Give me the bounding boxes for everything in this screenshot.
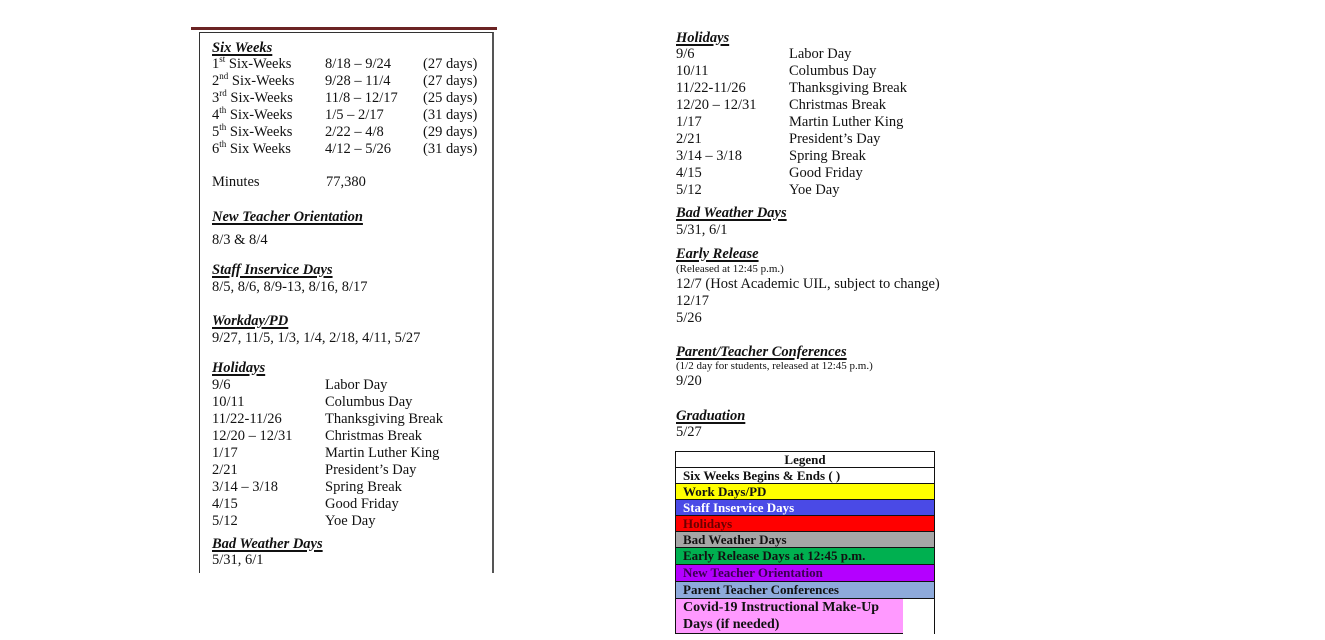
holiday-name: Yoe Day xyxy=(325,513,376,529)
graduation-heading: Graduation xyxy=(676,408,746,424)
period-name: Six-Weeks xyxy=(228,73,295,89)
holiday-date: 1/17 xyxy=(212,445,238,461)
holiday-name: Spring Break xyxy=(325,479,402,495)
minutes-value: 77,380 xyxy=(326,174,366,190)
holiday-name: Martin Luther King xyxy=(789,114,904,130)
legend-item: Holidays xyxy=(676,516,934,532)
holiday-name: Good Friday xyxy=(325,496,399,512)
legend-item: Covid-19 Instructional Make-Up Days (if … xyxy=(676,599,903,634)
bad-weather-dates-left: 5/31, 6/1 xyxy=(212,552,264,568)
legend-item: Early Release Days at 12:45 p.m. xyxy=(676,548,934,565)
holiday-date: 10/11 xyxy=(676,63,709,79)
holiday-name: Labor Day xyxy=(789,46,852,62)
six-weeks-date-range: 9/28 – 11/4 xyxy=(325,73,391,89)
legend-item: Parent Teacher Conferences xyxy=(676,582,934,599)
six-weeks-day-count: (25 days) xyxy=(423,90,478,106)
period-name: Six-Weeks xyxy=(226,124,293,140)
six-weeks-period-label: 6th Six Weeks xyxy=(212,140,291,158)
conferences-heading: Parent/Teacher Conferences xyxy=(676,344,847,360)
legend-item: Six Weeks Begins & Ends ( ) xyxy=(676,468,934,484)
legend-item: New Teacher Orientation xyxy=(676,565,934,582)
six-weeks-date-range: 2/22 – 4/8 xyxy=(325,124,384,140)
period-name: Six-Weeks xyxy=(226,107,293,123)
holiday-date: 4/15 xyxy=(212,496,238,512)
six-weeks-date-range: 1/5 – 2/17 xyxy=(325,107,384,123)
six-weeks-date-range: 11/8 – 12/17 xyxy=(325,90,398,106)
holiday-date: 11/22-11/26 xyxy=(676,80,746,96)
period-name: Six-Weeks xyxy=(225,56,292,72)
period-ordinal: rd xyxy=(219,88,227,99)
staff-inservice-dates: 8/5, 8/6, 8/9-13, 8/16, 8/17 xyxy=(212,279,368,295)
holiday-date: 10/11 xyxy=(212,394,245,410)
holiday-date: 2/21 xyxy=(676,131,702,147)
holiday-name: Thanksgiving Break xyxy=(325,411,443,427)
conferences-date: 9/20 xyxy=(676,373,702,389)
minutes-label: Minutes xyxy=(212,174,260,190)
six-weeks-day-count: (31 days) xyxy=(423,107,478,123)
bad-weather-heading-left: Bad Weather Days xyxy=(212,536,323,552)
holiday-date: 9/6 xyxy=(676,46,695,62)
early-release-heading: Early Release xyxy=(676,246,759,262)
holiday-date: 3/14 – 3/18 xyxy=(212,479,279,495)
six-weeks-day-count: (27 days) xyxy=(423,73,478,89)
holiday-date: 9/6 xyxy=(212,377,231,393)
holiday-name: President’s Day xyxy=(325,462,417,478)
legend-table: Legend Six Weeks Begins & Ends ( ) Work D… xyxy=(675,451,935,634)
bad-weather-heading-right: Bad Weather Days xyxy=(676,205,787,221)
staff-inservice-heading: Staff Inservice Days xyxy=(212,262,333,278)
holiday-name: Columbus Day xyxy=(789,63,877,79)
bad-weather-dates-right: 5/31, 6/1 xyxy=(676,222,728,238)
legend-item: Staff Inservice Days xyxy=(676,500,934,516)
top-divider-rule xyxy=(191,27,497,30)
workday-pd-heading: Workday/PD xyxy=(212,313,289,329)
holiday-name: Labor Day xyxy=(325,377,388,393)
holiday-name: Spring Break xyxy=(789,148,866,164)
holiday-name: Thanksgiving Break xyxy=(789,80,907,96)
holiday-date: 5/12 xyxy=(212,513,238,529)
legend-title: Legend xyxy=(676,452,934,468)
holiday-name: Christmas Break xyxy=(325,428,423,444)
holiday-name: Christmas Break xyxy=(789,97,887,113)
graduation-date: 5/27 xyxy=(676,424,702,440)
six-weeks-day-count: (31 days) xyxy=(423,141,478,157)
holiday-name: Good Friday xyxy=(789,165,863,181)
six-weeks-date-range: 4/12 – 5/26 xyxy=(325,141,392,157)
holiday-date: 12/20 – 12/31 xyxy=(676,97,757,113)
holiday-date: 11/22-11/26 xyxy=(212,411,282,427)
holiday-date: 1/17 xyxy=(676,114,702,130)
holiday-date: 5/12 xyxy=(676,182,702,198)
legend-item: Work Days/PD xyxy=(676,484,934,500)
early-release-note: (Released at 12:45 p.m.) xyxy=(676,263,784,275)
holiday-date: 2/21 xyxy=(212,462,238,478)
period-name: Six Weeks xyxy=(226,141,291,157)
conferences-note: (1/2 day for students, released at 12:45… xyxy=(676,360,873,372)
holiday-name: Martin Luther King xyxy=(325,445,440,461)
holiday-name: Yoe Day xyxy=(789,182,840,198)
period-name: Six-Weeks xyxy=(226,90,293,106)
holiday-date: 3/14 – 3/18 xyxy=(676,148,743,164)
new-teacher-orientation-dates: 8/3 & 8/4 xyxy=(212,232,268,248)
legend-item: Bad Weather Days xyxy=(676,532,934,548)
holiday-name: Columbus Day xyxy=(325,394,413,410)
holiday-date: 12/20 – 12/31 xyxy=(212,428,293,444)
new-teacher-orientation-heading: New Teacher Orientation xyxy=(212,209,363,225)
holiday-name: President’s Day xyxy=(789,131,881,147)
early-release-item: 12/17 xyxy=(676,293,710,309)
period-ordinal: nd xyxy=(219,71,229,82)
holidays-heading-left: Holidays xyxy=(212,360,266,376)
holidays-heading-right: Holidays xyxy=(676,30,730,46)
six-weeks-date-range: 8/18 – 9/24 xyxy=(325,56,392,72)
six-weeks-day-count: (29 days) xyxy=(423,124,478,140)
early-release-item: 5/26 xyxy=(676,310,702,326)
holiday-date: 4/15 xyxy=(676,165,702,181)
six-weeks-day-count: (27 days) xyxy=(423,56,478,72)
early-release-item: 12/7 (Host Academic UIL, subject to chan… xyxy=(676,276,940,292)
workday-pd-dates: 9/27, 11/5, 1/3, 1/4, 2/18, 4/11, 5/27 xyxy=(212,330,421,346)
